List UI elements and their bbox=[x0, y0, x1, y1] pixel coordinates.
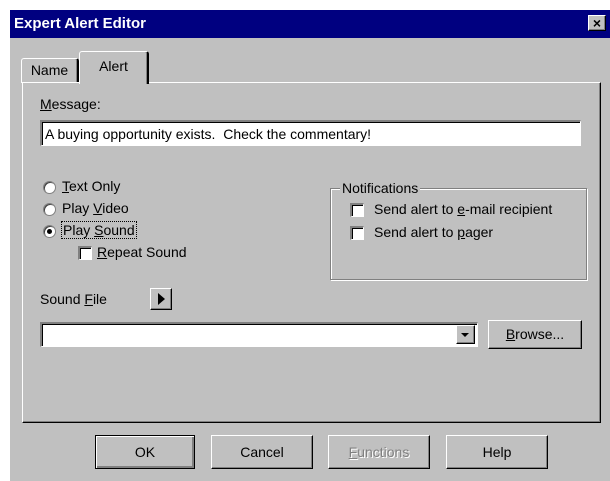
repeat-sound-checkbox[interactable] bbox=[78, 246, 92, 260]
tab-alert-label: Alert bbox=[99, 58, 128, 74]
email-alert-checkbox[interactable] bbox=[350, 203, 364, 217]
window-title: Expert Alert Editor bbox=[14, 15, 146, 32]
pager-alert-checkbox[interactable] bbox=[350, 226, 364, 240]
repeat-sound-label[interactable]: Repeat Sound bbox=[97, 244, 187, 260]
tab-name-label: Name bbox=[30, 62, 69, 78]
functions-button[interactable]: Functions bbox=[328, 435, 430, 469]
browse-button[interactable]: Browse... bbox=[488, 320, 582, 349]
title-bar[interactable]: Expert Alert Editor × bbox=[10, 10, 610, 38]
close-button[interactable]: × bbox=[588, 15, 606, 31]
ok-button[interactable]: OK bbox=[95, 435, 195, 469]
expert-alert-editor-window: Expert Alert Editor × Name Alert Message… bbox=[10, 10, 610, 481]
help-button[interactable]: Help bbox=[446, 435, 548, 469]
play-sound-label[interactable]: Play Sound bbox=[61, 221, 137, 239]
text-only-radio[interactable] bbox=[43, 181, 56, 194]
pager-alert-label[interactable]: Send alert to pager bbox=[374, 224, 493, 240]
email-alert-label[interactable]: Send alert to e-mail recipient bbox=[374, 201, 552, 217]
message-label: Message: bbox=[40, 96, 101, 112]
cancel-button[interactable]: Cancel bbox=[211, 435, 313, 469]
play-sound-button[interactable] bbox=[150, 288, 172, 310]
play-video-label[interactable]: Play Video bbox=[62, 200, 129, 216]
text-only-label[interactable]: Text Only bbox=[62, 178, 120, 194]
play-video-radio[interactable] bbox=[43, 203, 56, 216]
message-input[interactable] bbox=[40, 120, 581, 146]
close-icon: × bbox=[592, 15, 602, 31]
play-sound-radio[interactable] bbox=[43, 225, 56, 238]
tab-name[interactable]: Name bbox=[21, 58, 79, 83]
sound-file-combobox[interactable] bbox=[40, 322, 478, 347]
tab-alert[interactable]: Alert bbox=[79, 51, 149, 84]
notifications-title: Notifications bbox=[340, 180, 421, 196]
chevron-down-icon bbox=[461, 333, 469, 337]
sound-file-label: Sound File bbox=[40, 291, 107, 307]
sound-file-dropdown-button[interactable] bbox=[456, 325, 475, 344]
play-icon bbox=[158, 293, 165, 305]
